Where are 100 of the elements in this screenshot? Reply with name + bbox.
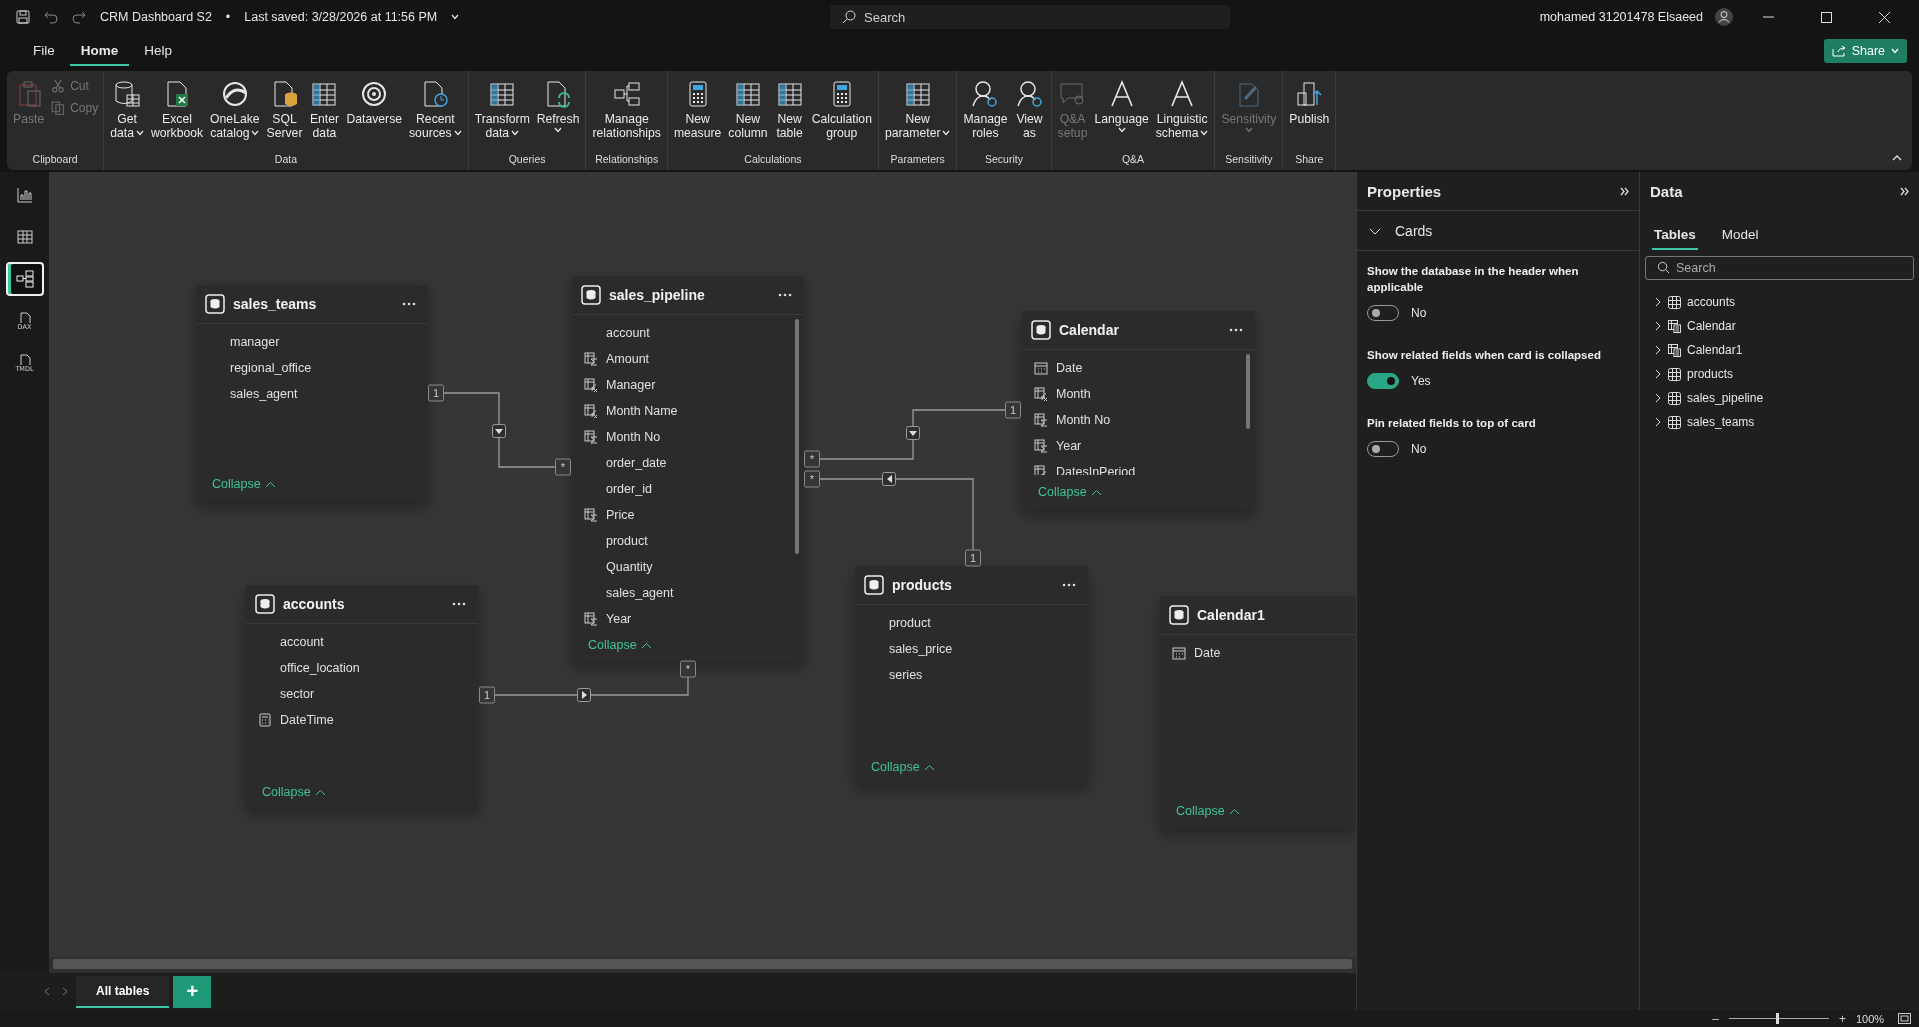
menu-tab[interactable]: Home [69,36,130,66]
ribbon-button[interactable]: Publish [1286,77,1333,129]
field-name[interactable]: manager [230,335,280,349]
table-card[interactable]: sales_pipeline account Amount Manager Month Name Month No order_date order_id Price product Quantity sales_agent Year Collapse [572,276,804,662]
field-name[interactable]: sales_agent [230,387,298,401]
field-name[interactable]: Year [1056,439,1082,453]
field-name[interactable]: Month No [606,430,661,444]
search-field[interactable]: Search [1645,256,1914,280]
pane-tab[interactable]: Tables [1652,222,1698,250]
tree-item[interactable]: Calendar1 [1640,338,1919,362]
view-button[interactable] [5,262,44,296]
table-card[interactable]: Calendar1 Date Collapse [1160,596,1356,828]
ribbon-button[interactable]: Calculation group [808,77,875,142]
collapse-link[interactable]: Collapse [196,467,276,501]
more-icon[interactable] [1229,328,1243,332]
ribbon-button[interactable]: Excel workbook [147,77,207,142]
table-card[interactable]: sales_teams manager regional_office sales_agent Collapse [196,285,428,501]
relationship-line[interactable] [443,392,556,468]
more-icon[interactable] [452,602,466,606]
add-page-button[interactable]: + [173,975,212,1008]
field-name[interactable]: Date [1056,361,1083,375]
relationship-line[interactable] [819,409,1006,460]
page-tab[interactable]: All tables [76,975,170,1008]
horizontal-scrollbar[interactable] [53,959,1352,969]
collapse-link[interactable]: Collapse [855,750,935,784]
more-icon[interactable] [402,302,416,306]
search-icon [1657,261,1670,274]
group-label: Relationships [594,153,660,167]
field-name[interactable]: Year [606,612,632,626]
field-name[interactable]: series [889,668,923,682]
ribbon-button[interactable]: Manage roles [960,77,1011,142]
tree-item[interactable]: accounts [1640,290,1919,314]
ribbon-button[interactable]: Manage relationships [589,77,664,142]
zoom-in-button[interactable]: + [1837,1011,1848,1026]
ribbon-button[interactable]: Transform data [471,77,533,142]
menu-tab[interactable]: Help [133,36,184,66]
ribbon-button[interactable]: New measure [670,77,725,142]
field-name[interactable]: account [280,635,324,649]
vertical-scrollbar[interactable] [1246,354,1250,429]
collapse-link[interactable]: Collapse [246,775,326,809]
menu-tab[interactable]: File [22,36,66,66]
slider-thumb[interactable] [1776,1013,1779,1024]
collapse-link[interactable]: Collapse [572,628,652,662]
field-name[interactable]: office_location [280,661,360,675]
ribbon-button[interactable]: Linguistic schema [1152,77,1212,142]
field-name[interactable]: Amount [606,352,650,366]
field-name[interactable]: Month No [1056,413,1111,427]
fit-to-page-icon[interactable] [1898,1013,1911,1024]
field-name[interactable]: Manager [606,378,656,392]
field-name[interactable]: order_id [606,482,652,496]
field-name[interactable]: Month [1056,387,1091,401]
toggle-switch[interactable] [1367,373,1399,389]
zoom-out-button[interactable]: – [1710,1011,1721,1026]
sigma-table-icon [584,508,598,522]
tree-item[interactable]: Calendar [1640,314,1919,338]
field-name[interactable]: order_date [606,456,667,470]
table-card[interactable]: products product sales_price series Collapse [855,566,1088,784]
field-name[interactable]: sales_agent [606,586,674,600]
undo-icon[interactable] [44,10,58,24]
collapse-link[interactable]: Collapse [1022,475,1102,509]
field-name[interactable]: Price [606,508,635,522]
field-name[interactable]: Date [1194,646,1221,660]
vertical-scrollbar[interactable] [795,319,799,554]
field-name[interactable]: account [606,326,650,340]
more-icon[interactable] [1062,583,1076,587]
ribbon-button[interactable]: SQL Server [263,77,306,142]
redo-icon[interactable] [72,10,86,24]
ribbon-button[interactable]: New table [771,77,808,142]
ribbon-button[interactable]: New column [725,77,771,142]
pane-tab[interactable]: Model [1719,222,1761,250]
ribbon-button[interactable]: Recent sources [406,77,465,142]
field-name[interactable]: product [889,616,931,630]
field-name[interactable]: sector [280,687,315,701]
avatar-icon[interactable] [1715,8,1733,26]
ribbon-button[interactable]: New parameter [881,77,954,142]
ribbon-button[interactable]: OneLake catalog [207,77,263,142]
ribbon-button[interactable]: Get data [107,77,147,142]
relationship-line[interactable] [819,478,974,551]
search-field[interactable]: Search [830,5,1230,29]
table-card[interactable]: accounts account office_location sector DateTime Collapse [246,585,478,809]
field-name[interactable]: sales_price [889,642,953,656]
field-name[interactable]: product [606,534,648,548]
tree-item[interactable]: sales_pipeline [1640,386,1919,410]
save-icon[interactable] [16,10,30,24]
share-button[interactable]: Share [1823,39,1907,63]
relationship-line[interactable] [494,676,689,696]
ribbon-button[interactable]: View as [1011,77,1048,142]
field-name[interactable]: Month Name [606,404,678,418]
ribbon-button[interactable]: Enter data [306,77,343,142]
collapse-link[interactable]: Collapse [1160,794,1240,828]
ribbon-button[interactable]: Dataverse [343,77,405,129]
tree-item[interactable]: products [1640,362,1919,386]
field-name[interactable]: Quantity [606,560,653,574]
ribbon-button[interactable]: Refresh [533,77,583,135]
more-icon[interactable] [778,293,792,297]
ribbon-button[interactable]: Language [1091,77,1152,135]
field-name[interactable]: DateTime [280,713,334,727]
tree-item[interactable]: sales_teams [1640,410,1919,434]
cardinality-label: * [680,660,696,678]
field-name[interactable]: regional_office [230,361,312,375]
